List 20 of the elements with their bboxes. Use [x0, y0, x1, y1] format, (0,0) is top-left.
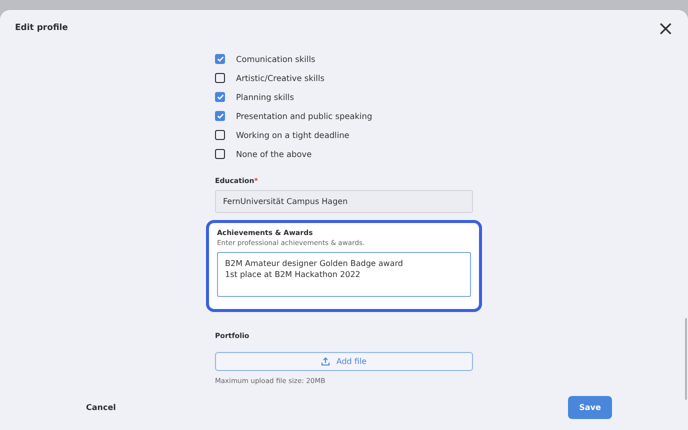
scrollbar-thumb[interactable]: [685, 318, 687, 400]
close-button[interactable]: ×: [657, 20, 674, 36]
dialog-title: Edit profile: [15, 22, 68, 33]
cancel-button[interactable]: Cancel: [86, 402, 116, 412]
checkbox[interactable]: [215, 92, 225, 102]
checkbox[interactable]: [215, 54, 225, 64]
checkbox-label: Planning skills: [236, 92, 294, 102]
checkbox-label: None of the above: [236, 149, 312, 160]
upload-icon: [321, 356, 330, 366]
checkbox-label: Comunication skills: [236, 54, 316, 64]
checkbox[interactable]: [215, 149, 225, 160]
checkbox[interactable]: [215, 111, 225, 122]
achievements-field[interactable]: B2M Amateur designer Golden Badge award 1st place at B2M Hackathon 2022: [217, 252, 471, 297]
checkbox[interactable]: [215, 130, 225, 140]
save-button[interactable]: Save: [568, 396, 612, 419]
checkbox-label: Artistic/Creative skills: [236, 73, 324, 84]
checkbox-label: Presentation and public speaking: [236, 111, 372, 122]
education-field[interactable]: FernUniversität Campus Hagen: [215, 190, 473, 213]
checkbox-label: Working on a tight deadline: [236, 130, 350, 140]
checkbox[interactable]: [215, 73, 225, 84]
